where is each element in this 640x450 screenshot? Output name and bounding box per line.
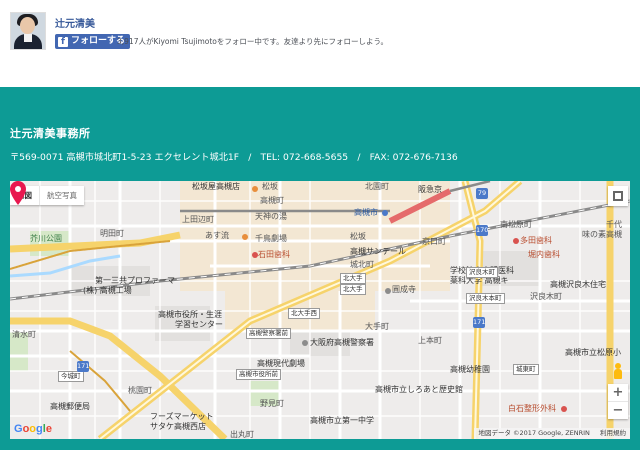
poi-medical-icon <box>252 252 258 258</box>
zoom-in-button[interactable]: + <box>608 384 628 401</box>
poi-shopping-icon <box>242 234 248 240</box>
facebook-icon: f <box>58 36 68 47</box>
route-shield: 171 <box>77 361 90 372</box>
route-shield: 170 <box>476 225 489 236</box>
page-name-link[interactable]: 辻元清美 <box>55 15 95 30</box>
office-title: 辻元清美事務所 <box>10 127 91 140</box>
google-logo: Google <box>14 423 52 435</box>
map-label: 出丸町 <box>230 430 254 439</box>
office-contact-info: 〒569-0071 高槻市城北町1-5-23 エクセレント城北1F / TEL:… <box>10 152 458 163</box>
map-label: 松坂屋高槻店 <box>192 182 240 191</box>
map-label: 松坂 <box>262 182 278 191</box>
zoom-out-button[interactable]: − <box>608 401 628 419</box>
street-view-pegman-icon[interactable] <box>613 363 623 379</box>
poi-shopping-icon <box>252 186 258 192</box>
intersection-sign: 北大手 <box>340 284 366 295</box>
map-data-credit: 地図データ ©2017 Google, ZENRIN <box>478 429 590 437</box>
intersection-sign: 北大手西 <box>288 308 320 319</box>
map-label: 高槻町 <box>260 196 284 205</box>
intersection-sign: 沢良木町 <box>466 267 498 278</box>
map-label: 南松原町 <box>500 220 532 229</box>
map-label: 高槻市立第一中学 <box>310 416 374 425</box>
poi-medical-icon <box>513 238 519 244</box>
google-map[interactable]: 地図 航空写真 松坂屋高槻店 松坂 北園町 阪急京 高槻町 天神の湯 高槻市 上… <box>10 181 630 439</box>
intersection-sign: 今城町 <box>58 371 84 382</box>
map-label: 上本町 <box>418 336 442 345</box>
map-label: 桃園町 <box>128 386 152 395</box>
map-label: 明田町 <box>100 229 124 238</box>
map-label: 高槻幼稚園 <box>450 365 490 374</box>
map-label: 圓成寺 <box>392 285 416 294</box>
map-label: 沢良木町 <box>530 292 562 301</box>
map-label: 高槻市立松原小 <box>565 348 621 357</box>
map-attribution: 地図データ ©2017 Google, ZENRIN 利用規約 <box>474 428 630 439</box>
map-label: 城北町 <box>350 260 374 269</box>
map-label: サタケ高槻西店 <box>150 422 206 431</box>
map-label: 多田歯科 <box>520 236 552 245</box>
profile-avatar[interactable] <box>10 12 46 50</box>
poi-police-icon <box>302 340 308 346</box>
intersection-sign: 高槻市役所前 <box>236 369 281 380</box>
map-label: 松坂 <box>350 232 366 241</box>
map-label: 高槻沢良木住宅 <box>550 280 606 289</box>
map-label: 天神の湯 <box>255 212 287 221</box>
station-icon <box>382 210 388 216</box>
map-label: 高槻現代劇場 <box>257 359 305 368</box>
route-shield: 79 <box>476 188 488 199</box>
map-label: 高槻郵便局 <box>50 402 90 411</box>
terms-link[interactable]: 利用規約 <box>600 429 626 437</box>
map-label: 大阪府高槻警察署 <box>310 338 374 347</box>
map-label: 千鳥劇場 <box>255 234 287 243</box>
map-label: 味の素高槻 <box>582 230 622 239</box>
map-label: 京口町 <box>422 237 446 246</box>
intersection-sign: 高槻警察署前 <box>246 328 291 339</box>
map-label: 北園町 <box>365 182 389 191</box>
zoom-control: + − <box>608 384 628 419</box>
poi-medical-icon <box>561 406 567 412</box>
facebook-page-widget: 辻元清美 f フォローする 3,917人がKiyomi Tsujimotoをフォ… <box>0 0 632 62</box>
map-label: (株) 高槻工場 <box>83 286 132 295</box>
map-label: 阪急京 <box>418 185 442 194</box>
map-label: あす流 <box>205 231 229 240</box>
map-label: 清水町 <box>12 330 36 339</box>
map-label: 野見町 <box>260 399 284 408</box>
fullscreen-icon[interactable] <box>608 186 628 206</box>
intersection-sign: 沢良木本町 <box>466 293 505 304</box>
map-label: 白石整形外科 <box>508 404 556 413</box>
map-label: 高槻市立しろあと歴史館 <box>375 385 463 394</box>
map-label: 高槻サンテール <box>350 247 406 256</box>
map-label: 芥川公園 <box>30 234 62 243</box>
intersection-sign: 北大手 <box>340 273 366 284</box>
intersection-sign: 城東町 <box>513 364 539 375</box>
route-shield: 171 <box>473 317 486 328</box>
map-label: 堀内歯科 <box>528 250 560 259</box>
map-label: 大手町 <box>365 322 389 331</box>
map-canvas <box>10 181 630 439</box>
map-label: 石田歯科 <box>258 250 290 259</box>
poi-temple-icon <box>385 288 391 294</box>
map-label: 高槻市 <box>354 208 378 217</box>
map-label: 学習センター <box>175 320 223 329</box>
location-pin-icon[interactable] <box>10 181 26 205</box>
page-edge <box>632 62 640 82</box>
map-type-satellite[interactable]: 航空写真 <box>39 186 84 205</box>
map-label: 上田辺町 <box>182 215 214 224</box>
social-context-text: 3,917人がKiyomi Tsujimotoをフォロー中です。友達より先にフォ… <box>117 37 389 46</box>
